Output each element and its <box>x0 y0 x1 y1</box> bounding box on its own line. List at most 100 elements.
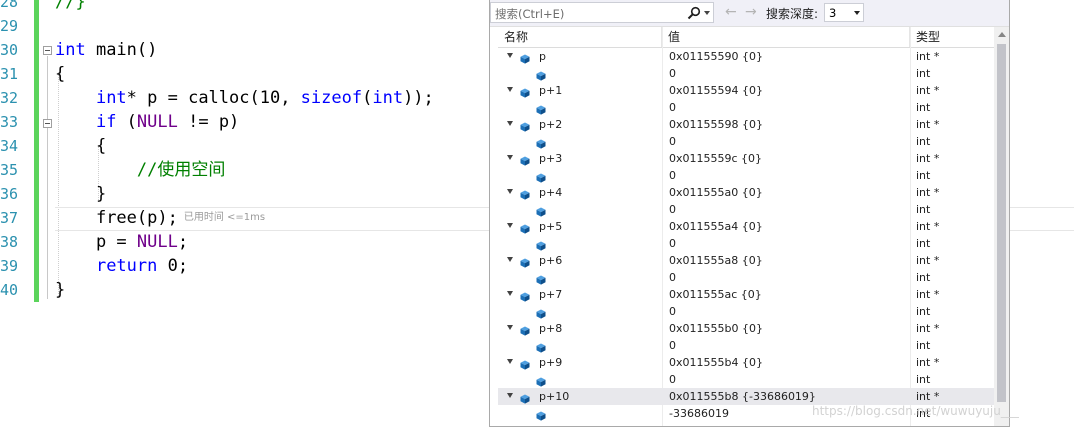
code-text: { <box>55 64 66 84</box>
comment: //使用空间 <box>136 160 226 180</box>
watch-child-row[interactable]: 0 int <box>498 201 994 218</box>
line-number: 36 <box>0 185 18 203</box>
expand-triangle-icon[interactable] <box>507 257 513 262</box>
variable-cube-icon <box>536 171 546 183</box>
watch-row[interactable]: p+1 0x01155594 {0} int * <box>498 82 994 99</box>
variable-cube-icon <box>520 256 530 268</box>
variable-cube-icon <box>536 205 546 217</box>
watch-type: int <box>916 203 931 216</box>
code-text: } <box>55 280 66 300</box>
watch-type: int <box>916 305 931 318</box>
outline-line <box>47 56 48 299</box>
watch-row[interactable]: p+6 0x011555a8 {0} int * <box>498 252 994 269</box>
arrow-left-icon[interactable]: ← <box>725 5 737 19</box>
code-line: free(p); 已用时间 <=1ms <box>55 206 434 230</box>
change-tracking-bar <box>34 0 39 302</box>
column-name[interactable]: 名称 <box>498 27 661 47</box>
watch-value: 0 <box>669 271 676 284</box>
watch-name: p+1 <box>539 84 563 97</box>
watch-child-row[interactable]: 0 int <box>498 133 994 150</box>
search-box[interactable]: 搜索(Ctrl+E) <box>490 2 714 23</box>
column-type[interactable]: 类型 <box>910 27 994 47</box>
line-number: 35 <box>0 161 18 179</box>
arrow-right-icon[interactable]: → <box>745 5 757 19</box>
watch-child-row[interactable]: 0 int <box>498 337 994 354</box>
watch-type: int * <box>916 288 940 301</box>
variable-cube-icon <box>536 239 546 251</box>
elapsed-time-hint[interactable]: 已用时间 <=1ms <box>184 212 265 223</box>
watch-child-row[interactable]: 0 int <box>498 99 994 116</box>
expand-triangle-icon[interactable] <box>507 325 513 330</box>
code-text: p = <box>95 232 137 252</box>
watch-row[interactable]: p+4 0x011555a0 {0} int * <box>498 184 994 201</box>
watch-type: int * <box>916 152 940 165</box>
watch-type: int * <box>916 254 940 267</box>
code-text: free(p); <box>95 208 178 228</box>
watch-row[interactable]: p+2 0x01155598 {0} int * <box>498 116 994 133</box>
code-line: p = NULL; <box>55 230 434 254</box>
line-number-gutter: 28 29 30 31 32 33 34 35 36 37 38 39 40 <box>0 0 18 302</box>
expand-triangle-icon[interactable] <box>507 291 513 296</box>
code-text: )); <box>403 88 434 108</box>
collapse-if-icon[interactable] <box>43 119 52 128</box>
expand-triangle-icon[interactable] <box>507 121 513 126</box>
variable-cube-icon <box>536 375 546 387</box>
watch-type: int <box>916 373 931 386</box>
watch-value: 0 <box>669 339 676 352</box>
chevron-down-icon[interactable] <box>704 11 710 15</box>
watch-row[interactable]: p+7 0x011555ac {0} int * <box>498 286 994 303</box>
keyword: int <box>95 88 127 108</box>
watch-child-row[interactable]: 0 int <box>498 303 994 320</box>
vertical-scrollbar[interactable] <box>994 27 1009 426</box>
variable-cube-icon <box>520 392 530 404</box>
watch-row[interactable]: p+5 0x011555a4 {0} int * <box>498 218 994 235</box>
search-input[interactable]: 搜索(Ctrl+E) <box>495 6 564 22</box>
search-icon[interactable] <box>687 6 701 20</box>
column-value[interactable]: 值 <box>662 27 909 47</box>
watch-name: p+8 <box>539 322 563 335</box>
expand-triangle-icon[interactable] <box>507 223 513 228</box>
expand-triangle-icon[interactable] <box>507 393 513 398</box>
watch-value: 0 <box>669 373 676 386</box>
variable-cube-icon <box>536 103 546 115</box>
watch-row[interactable]: p+8 0x011555b0 {0} int * <box>498 320 994 337</box>
expand-triangle-icon[interactable] <box>507 155 513 160</box>
chevron-down-icon[interactable] <box>854 11 860 15</box>
watch-child-row[interactable]: 0 int <box>498 235 994 252</box>
watch-row[interactable]: p 0x01155590 {0} int * <box>498 48 994 65</box>
watch-row[interactable]: p+3 0x0115559c {0} int * <box>498 150 994 167</box>
watch-row[interactable]: p+10 0x011555b8 {-33686019} int * <box>498 388 994 405</box>
watch-child-row[interactable]: 0 int <box>498 65 994 82</box>
code-text: ; <box>177 232 189 252</box>
watch-window: 搜索(Ctrl+E) ← → 搜索深度: 3 名称 值 类型 p 0x011555… <box>489 0 1010 427</box>
comment: //} <box>55 0 86 12</box>
watch-name: p+6 <box>539 254 563 267</box>
watch-value: 0x011555a8 {0} <box>669 254 763 267</box>
variable-cube-icon <box>536 409 546 421</box>
watch-value: 0 <box>669 101 676 114</box>
scrollbar-thumb[interactable] <box>997 44 1006 402</box>
watch-child-row[interactable]: 0 int <box>498 371 994 388</box>
watch-toolbar: 搜索(Ctrl+E) ← → 搜索深度: 3 <box>490 0 1009 27</box>
watch-value: 0 <box>669 305 676 318</box>
scroll-up-icon[interactable] <box>998 32 1006 37</box>
search-depth-select[interactable]: 3 <box>824 3 864 22</box>
watch-value: 0x011555a0 {0} <box>669 186 763 199</box>
expand-triangle-icon[interactable] <box>507 359 513 364</box>
collapse-main-icon[interactable] <box>43 46 52 55</box>
watch-value: 0x01155590 {0} <box>669 50 763 63</box>
watch-child-row[interactable]: 0 int <box>498 167 994 184</box>
code-line: if (NULL != p) <box>55 110 434 134</box>
expand-triangle-icon[interactable] <box>507 87 513 92</box>
keyword: int <box>372 88 404 108</box>
watch-name: p+3 <box>539 152 563 165</box>
variable-cube-icon <box>536 273 546 285</box>
code-line: //} <box>55 0 434 14</box>
watch-child-row[interactable]: 0 int <box>498 269 994 286</box>
variable-cube-icon <box>520 154 530 166</box>
watch-value: 0x0115559c {0} <box>669 152 763 165</box>
expand-triangle-icon[interactable] <box>507 53 513 58</box>
watch-row[interactable]: p+9 0x011555b4 {0} int * <box>498 354 994 371</box>
watch-type: int * <box>916 186 940 199</box>
expand-triangle-icon[interactable] <box>507 189 513 194</box>
